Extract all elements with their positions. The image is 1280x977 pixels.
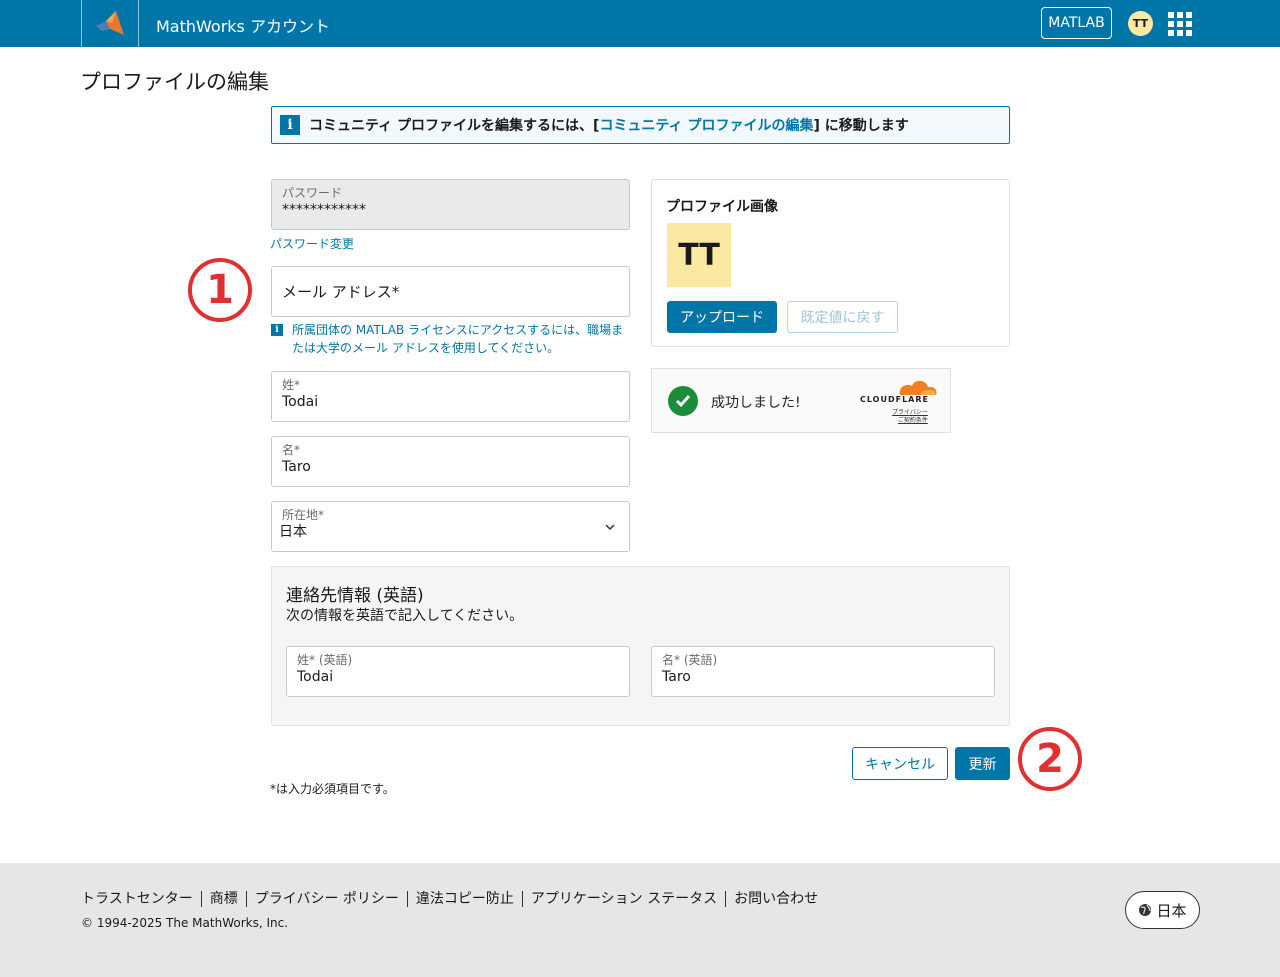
location-select[interactable]: 所在地* 日本 (271, 501, 630, 552)
footer-link-trademarks[interactable]: 商標 (200, 891, 246, 907)
top-navigation-bar: MathWorks アカウント MATLAB TT (0, 0, 1280, 47)
first-name-label: 名* (282, 443, 301, 457)
cloudflare-terms-link[interactable]: ご契約条件 (892, 417, 928, 425)
email-note-text: 所属団体の MATLAB ライセンスにアクセスするには、職場または大学のメール … (292, 323, 624, 355)
contact-title: 連絡先情報 (英語) (286, 586, 424, 606)
cloudflare-privacy-link[interactable]: プライバシー (892, 409, 928, 417)
profile-avatar: TT (667, 223, 731, 287)
apps-grid-icon[interactable] (1168, 12, 1192, 36)
cloudflare-cloud-icon (899, 380, 937, 395)
language-label: 日本 (1156, 901, 1187, 920)
first-name-en-field[interactable]: 名* (英語) Taro (651, 646, 995, 697)
copyright: © 1994-2025 The MathWorks, Inc. (81, 916, 289, 930)
password-label: パスワード (282, 186, 343, 200)
footer-link-trust-center[interactable]: トラストセンター (81, 891, 201, 907)
reset-default-button[interactable]: 既定値に戻す (787, 301, 898, 333)
app-title[interactable]: MathWorks アカウント (156, 13, 330, 37)
matlab-logo-icon (96, 10, 124, 35)
last-name-en-field[interactable]: 姓* (英語) Todai (286, 646, 630, 697)
footer-link-privacy[interactable]: プライバシー ポリシー (245, 891, 407, 907)
location-label: 所在地* (282, 508, 325, 522)
banner-text-suffix: ] に移動します (813, 118, 909, 134)
profile-image-card: プロファイル画像 TT アップロード 既定値に戻す (651, 179, 1010, 347)
required-note: *は入力必須項目です。 (270, 782, 395, 796)
contact-description: 次の情報を英語で記入してください。 (286, 608, 524, 624)
profile-image-title: プロファイル画像 (666, 199, 778, 215)
cloudflare-status: 成功しました! (711, 395, 801, 411)
banner-text-prefix: コミュニティ プロファイルを編集するには、[ (309, 118, 600, 134)
last-name-label: 姓* (282, 378, 301, 392)
first-name-field[interactable]: 名* Taro (271, 436, 630, 487)
first-name-en-label: 名* (英語) (662, 653, 718, 667)
community-profile-link[interactable]: コミュニティ プロファイルの編集 (599, 115, 813, 135)
first-name-en-value: Taro (662, 669, 691, 685)
cancel-button[interactable]: キャンセル (852, 747, 948, 780)
footer-link-app-status[interactable]: アプリケーション ステータス (521, 891, 725, 907)
globe-icon (1139, 904, 1152, 916)
annotation-marker-2: 2 (1018, 727, 1082, 791)
language-selector[interactable]: 日本 (1125, 891, 1200, 929)
chevron-down-icon (605, 524, 615, 531)
email-field[interactable]: メール アドレス* (271, 266, 630, 317)
password-value: ************ (282, 202, 366, 218)
email-note: i 所属団体の MATLAB ライセンスにアクセスするには、職場または大学のメー… (271, 321, 631, 357)
last-name-value: Todai (282, 394, 319, 410)
footer: トラストセンター 商標 プライバシー ポリシー 違法コピー防止 アプリケーション… (0, 863, 1280, 977)
last-name-en-label: 姓* (英語) (297, 653, 353, 667)
cloudflare-links: プライバシー ご契約条件 (892, 409, 928, 425)
first-name-value: Taro (282, 459, 311, 475)
password-change-link[interactable]: パスワード変更 (270, 235, 354, 252)
page-title: プロファイルの編集 (80, 70, 269, 94)
footer-link-contact[interactable]: お問い合わせ (725, 891, 826, 907)
cloudflare-brand: CLOUDFLARE (860, 395, 929, 404)
user-avatar[interactable]: TT (1128, 11, 1153, 36)
annotation-marker-1: 1 (188, 258, 252, 322)
update-button[interactable]: 更新 (955, 747, 1010, 780)
matlab-logo[interactable] (81, 0, 139, 47)
matlab-button[interactable]: MATLAB (1041, 7, 1112, 39)
upload-button[interactable]: アップロード (667, 301, 777, 333)
info-icon: i (280, 115, 300, 135)
password-field: パスワード ************ (271, 179, 630, 230)
last-name-field[interactable]: 姓* Todai (271, 371, 630, 422)
success-check-icon (668, 386, 698, 416)
info-banner: i コミュニティ プロファイルを編集するには、[コミュニティ プロファイルの編集… (271, 106, 1010, 144)
cloudflare-widget: 成功しました! CLOUDFLARE プライバシー ご契約条件 (651, 368, 951, 433)
footer-links: トラストセンター 商標 プライバシー ポリシー 違法コピー防止 アプリケーション… (81, 891, 826, 907)
note-info-icon: i (271, 324, 283, 336)
footer-link-piracy[interactable]: 違法コピー防止 (406, 891, 522, 907)
last-name-en-value: Todai (297, 669, 334, 685)
location-value: 日本 (279, 524, 307, 540)
email-label: メール アドレス* (282, 282, 400, 301)
